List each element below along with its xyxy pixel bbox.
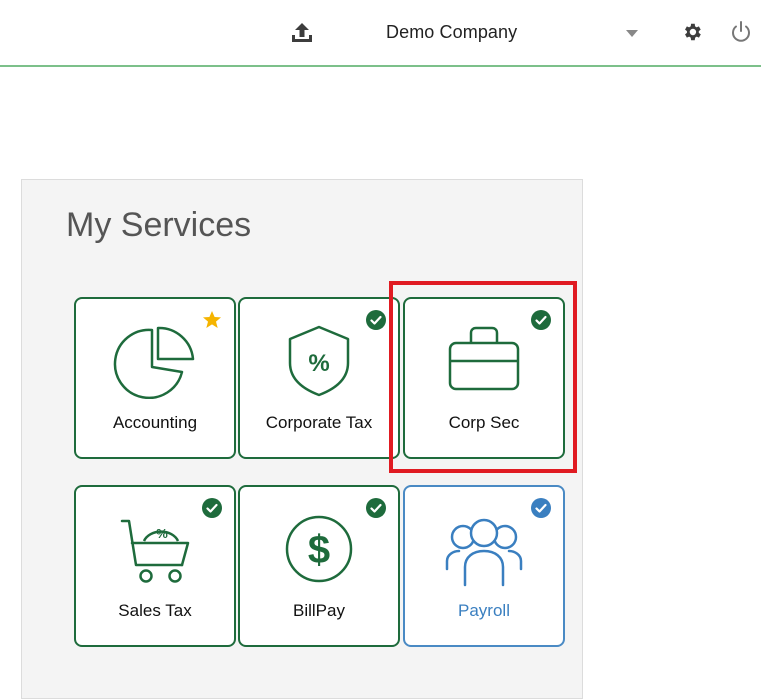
- tile-label: Sales Tax: [118, 601, 192, 620]
- shopping-cart-icon: %: [120, 519, 190, 583]
- service-tile-billpay[interactable]: $ BillPay: [238, 485, 400, 647]
- check-icon: [366, 310, 386, 330]
- pie-chart-icon: [113, 326, 195, 399]
- service-tile-accounting[interactable]: Accounting: [74, 297, 236, 459]
- company-name[interactable]: Demo Company: [386, 22, 517, 43]
- percent-shield-icon: %: [288, 325, 350, 397]
- top-bar: Demo Company: [0, 0, 761, 67]
- tile-label: Accounting: [112, 413, 198, 432]
- services-title: My Services: [66, 206, 252, 244]
- service-tile-payroll[interactable]: Payroll: [403, 485, 565, 647]
- tile-label: Payroll: [458, 601, 510, 620]
- tile-label: BillPay: [293, 601, 345, 620]
- power-icon[interactable]: [729, 19, 753, 45]
- chevron-down-icon[interactable]: [626, 30, 638, 38]
- service-tile-corp-sec[interactable]: Corp Sec: [403, 297, 565, 459]
- tile-label: Corp Sec: [448, 413, 520, 432]
- svg-text:$: $: [308, 528, 330, 572]
- check-icon: [531, 310, 551, 330]
- star-icon: [203, 311, 221, 328]
- check-icon: [531, 498, 551, 518]
- dollar-icon: $: [285, 515, 353, 583]
- service-tile-sales-tax[interactable]: % Sales Tax: [74, 485, 236, 647]
- people-icon: [445, 518, 523, 587]
- svg-text:%: %: [308, 350, 329, 377]
- service-tile-corporate-tax[interactable]: % Corporate Tax: [238, 297, 400, 459]
- svg-text:%: %: [156, 526, 168, 541]
- gear-icon[interactable]: [681, 21, 703, 43]
- briefcase-icon: [448, 326, 520, 391]
- upload-icon[interactable]: [289, 20, 315, 46]
- tile-label: Corporate Tax: [265, 413, 373, 432]
- check-icon: [202, 498, 222, 518]
- check-icon: [366, 498, 386, 518]
